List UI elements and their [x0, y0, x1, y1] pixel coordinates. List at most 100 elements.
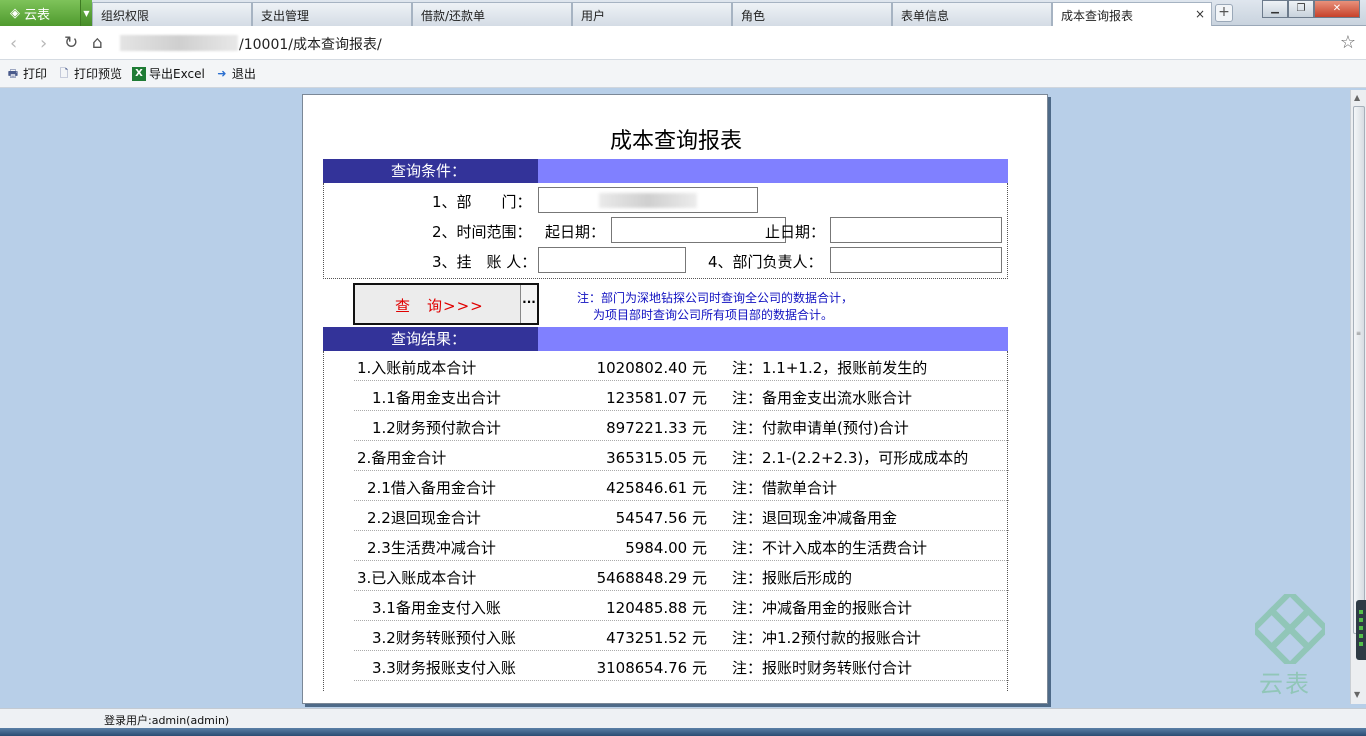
home-icon[interactable]: ⌂ [92, 33, 103, 53]
account-person-field[interactable] [538, 247, 686, 273]
row-name: 2.3生活费冲减合计 [367, 539, 496, 557]
row-value: 5468848.29 元 [596, 569, 707, 587]
print-preview-label: 打印预览 [74, 67, 123, 81]
row-name: 3.已入账成本合计 [357, 569, 477, 587]
tab-label: 借款/还款单 [421, 9, 486, 23]
status-bar: 登录用户:admin(admin) [0, 708, 1366, 728]
back-icon[interactable]: ‹ [10, 33, 17, 54]
print-preview-button[interactable]: 🗋 打印预览 [57, 65, 122, 82]
note-line-2: 为项目部时查询公司所有项目部的数据合计。 [593, 308, 834, 322]
query-note: 注：部门为深地钻探公司时查询全公司的数据合计， 为项目部时查询公司所有项目部的数… [577, 290, 853, 324]
query-more-button[interactable]: ··· [520, 285, 537, 323]
tab-cost-report[interactable]: 成本查询报表 × [1052, 2, 1212, 27]
exit-button[interactable]: ➜ 退出 [215, 65, 256, 82]
row-note: 注：借款单合计 [732, 479, 838, 497]
row-note: 注：冲1.2预付款的报账合计 [732, 629, 921, 647]
watermark-text: 云表 [1259, 670, 1311, 698]
close-tab-icon[interactable]: × [1195, 7, 1205, 21]
conditions-panel: 1、部 门： 2、时间范围： 起日期： 止日期： 3、挂 账 人： 4、部门负责… [323, 183, 1008, 279]
table-row: 3.已入账成本合计 5468848.29 元 注：报账后形成的 [354, 561, 1009, 591]
row-note: 注：不计入成本的生活费合计 [732, 539, 928, 557]
time-range-label: 2、时间范围： [432, 223, 532, 241]
row-value: 3108654.76 元 [596, 659, 707, 677]
print-button[interactable]: 🖶 打印 [6, 65, 47, 82]
scroll-grip-icon: ≡ [1356, 330, 1362, 337]
row-note: 注：付款申请单(预付)合计 [732, 419, 909, 437]
exit-label: 退出 [231, 67, 256, 81]
row-value: 123581.07 元 [606, 389, 707, 407]
printer-icon: 🖶 [7, 66, 19, 80]
export-excel-label: 导出Excel [149, 67, 205, 81]
table-row: 2.1借入备用金合计 425846.61 元 注：借款单合计 [354, 471, 1009, 501]
conditions-header-label: 查询条件： [323, 159, 538, 183]
row-name: 1.2财务预付款合计 [372, 419, 501, 437]
row-value: 425846.61 元 [606, 479, 707, 497]
watermark-logo: 云表 [1249, 588, 1331, 704]
table-row: 3.2财务转账预付入账 473251.52 元 注：冲1.2预付款的报账合计 [354, 621, 1009, 651]
watermark-diamond-icon [1249, 588, 1331, 670]
row-value: 1020802.40 元 [596, 359, 707, 377]
print-preview-icon: 🗋 [59, 66, 69, 80]
row-value: 473251.52 元 [606, 629, 707, 647]
tab-org-permissions[interactable]: 组织权限 [92, 2, 252, 26]
query-button[interactable]: 查 询>>> ··· [353, 283, 539, 325]
report-title: 成本查询报表 [609, 129, 742, 154]
row-value: 5984.00 元 [625, 539, 707, 557]
row-value: 120485.88 元 [606, 599, 707, 617]
dept-head-field[interactable] [830, 247, 1002, 273]
row-value: 897221.33 元 [606, 419, 707, 437]
brand-button[interactable]: ◈ 云表 [0, 0, 80, 26]
row-name: 3.3财务报账支付入账 [372, 659, 516, 677]
scroll-down-icon[interactable]: ▼ [1354, 690, 1360, 699]
scroll-up-icon[interactable]: ▲ [1354, 93, 1360, 102]
url-host-redacted [120, 35, 238, 51]
table-row: 3.3财务报账支付入账 3108654.76 元 注：报账时财务转账付合计 [354, 651, 1009, 681]
row-note: 注：备用金支出流水账合计 [732, 389, 913, 407]
tab-form-info[interactable]: 表单信息 [892, 2, 1052, 26]
department-value-redacted [599, 193, 697, 208]
brand-logo-icon: ◈ [10, 5, 20, 21]
minimize-icon[interactable]: ▁ [1262, 0, 1288, 18]
tab-label: 成本查询报表 [1061, 9, 1134, 23]
os-taskbar [0, 728, 1366, 736]
row-note: 注：1.1+1.2，报账前发生的 [732, 359, 928, 377]
row-name: 3.1备用金支付入账 [372, 599, 501, 617]
table-row: 2.备用金合计 365315.05 元 注：2.1-(2.2+2.3)，可形成成… [354, 441, 1009, 471]
export-excel-button[interactable]: X 导出Excel [132, 65, 205, 82]
brand-dropdown-icon[interactable]: ▼ [80, 0, 92, 26]
window-close-icon[interactable]: ✕ [1314, 0, 1360, 18]
refresh-icon[interactable]: ↻ [64, 33, 78, 53]
end-date-label: 止日期： [765, 223, 826, 241]
department-label: 1、部 门： [432, 193, 532, 211]
url-input[interactable]: /10001/成本查询报表/ [239, 34, 382, 54]
row-note: 注：报账后形成的 [732, 569, 853, 587]
bookmark-star-icon[interactable]: ☆ [1340, 32, 1356, 53]
table-row: 2.3生活费冲减合计 5984.00 元 注：不计入成本的生活费合计 [354, 531, 1009, 561]
exit-icon: ➜ [217, 66, 227, 80]
maximize-icon[interactable]: ❐ [1288, 0, 1314, 18]
end-date-field[interactable] [830, 217, 1002, 243]
row-name: 2.2退回现金合计 [367, 509, 481, 527]
tab-expense-management[interactable]: 支出管理 [252, 2, 412, 26]
department-field[interactable] [538, 187, 758, 213]
row-name: 3.2财务转账预付入账 [372, 629, 516, 647]
start-date-field[interactable] [611, 217, 786, 243]
results-table: 1.入账前成本合计 1020802.40 元 注：1.1+1.2，报账前发生的 … [323, 351, 1009, 691]
tab-bar: ◈ 云表 ▼ 组织权限 支出管理 借款/还款单 用户 角色 表单信息 成本查询报… [0, 0, 1366, 27]
row-value: 365315.05 元 [606, 449, 707, 467]
tab-loan-repayment[interactable]: 借款/还款单 [412, 2, 572, 26]
conditions-header: 查询条件： [323, 159, 1008, 183]
table-row: 1.入账前成本合计 1020802.40 元 注：1.1+1.2，报账前发生的 [354, 351, 1009, 381]
row-name: 2.备用金合计 [357, 449, 447, 467]
tab-label: 表单信息 [901, 9, 950, 23]
tab-users[interactable]: 用户 [572, 2, 732, 26]
forward-icon[interactable]: › [40, 33, 47, 54]
scrollbar-thumb[interactable]: ≡ [1353, 106, 1365, 634]
row-note: 注：报账时财务转账付合计 [732, 659, 913, 677]
start-date-label: 起日期： [545, 223, 606, 241]
results-header: 查询结果： [323, 327, 1008, 351]
login-user-status: 登录用户:admin(admin) [104, 714, 230, 727]
new-tab-button[interactable]: + [1215, 4, 1233, 22]
row-name: 1.1备用金支出合计 [372, 389, 501, 407]
tab-roles[interactable]: 角色 [732, 2, 892, 26]
